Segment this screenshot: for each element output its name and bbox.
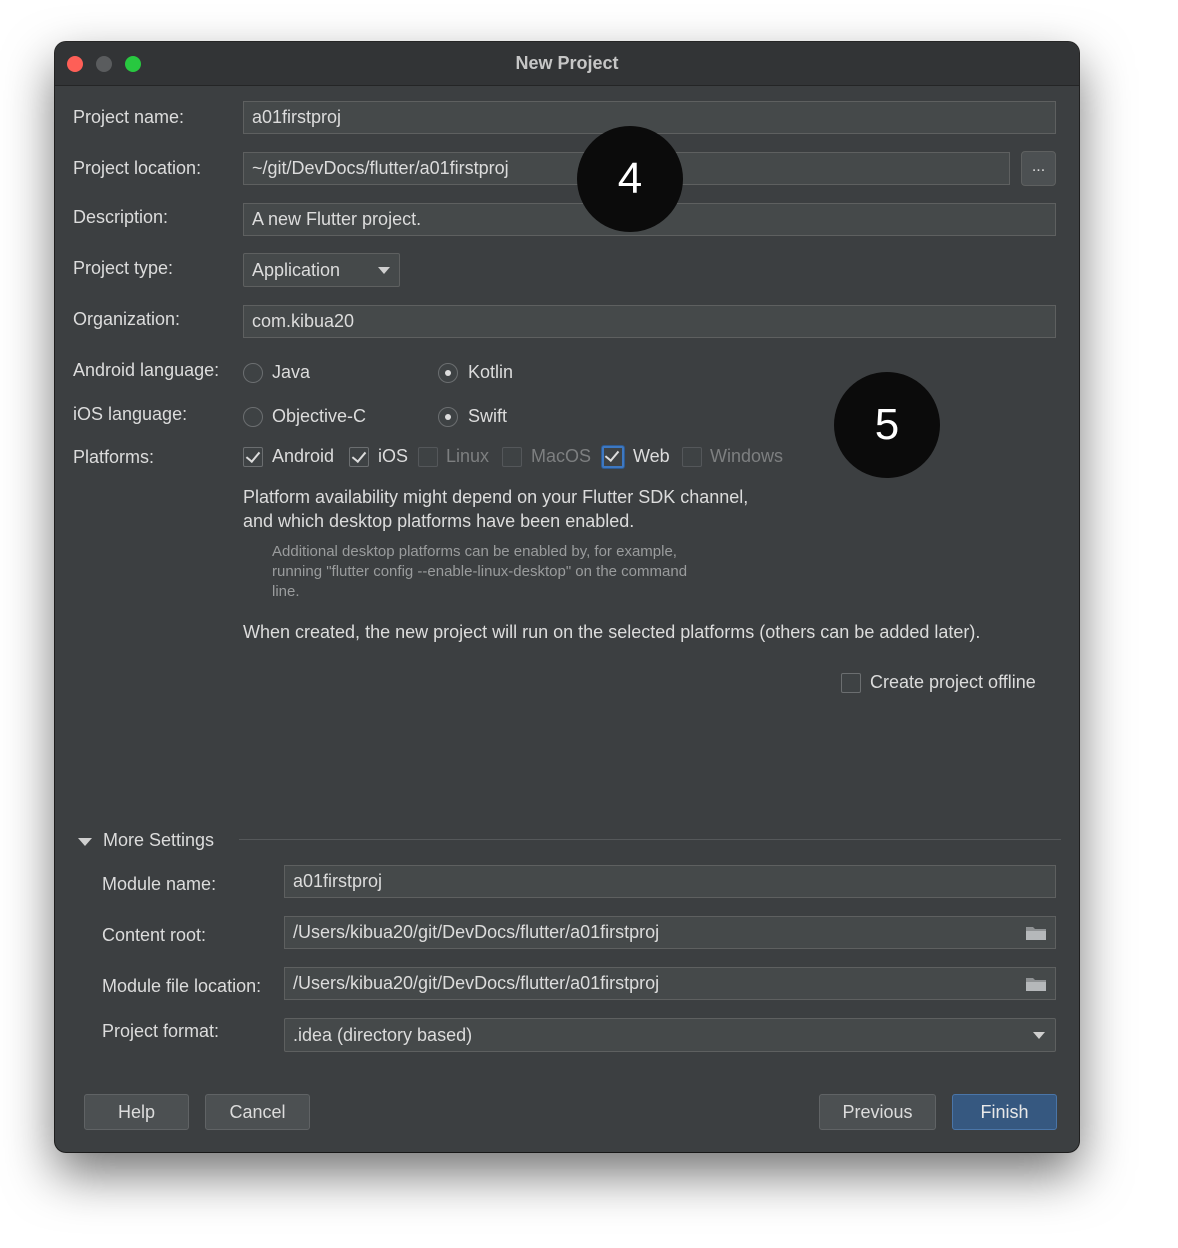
macos-checkbox-label: MacOS: [531, 446, 592, 466]
new-project-dialog: New Project Project name: a01firstproj P…: [55, 42, 1079, 1152]
project-format-value: .idea (directory based): [293, 1025, 473, 1045]
create-offline-checkbox[interactable]: [841, 673, 861, 693]
project-type-dropdown[interactable]: Application: [243, 253, 400, 287]
web-checkbox[interactable]: [602, 446, 624, 468]
macos-checkbox: [502, 447, 522, 467]
module-name-input[interactable]: a01firstproj: [284, 865, 1056, 898]
previous-button[interactable]: Previous: [819, 1094, 936, 1130]
description-label: Description:: [73, 207, 169, 227]
platforms-label: Platforms:: [73, 447, 155, 467]
linux-checkbox-label: Linux: [446, 446, 490, 466]
ios-checkbox-label[interactable]: iOS: [378, 446, 408, 467]
swift-radio-label[interactable]: Swift: [468, 406, 507, 427]
android-checkbox-label[interactable]: Android: [272, 446, 334, 467]
objective-c-radio[interactable]: [243, 407, 263, 427]
content-root-input[interactable]: /Users/kibua20/git/DevDocs/flutter/a01fi…: [284, 916, 1056, 949]
checkmark-icon: [604, 446, 620, 463]
desktop-note-line-2: running "flutter config --enable-linux-d…: [272, 563, 688, 580]
organization-input[interactable]: com.kibua20: [243, 305, 1056, 338]
linux-checkbox: [418, 447, 438, 467]
checkmark-icon: [245, 447, 261, 464]
windows-checkbox-label: Windows: [710, 446, 784, 466]
ios-language-label: iOS language:: [73, 404, 188, 424]
content-root-label: Content root:: [102, 925, 207, 945]
platform-note-line-1: Platform availability might depend on yo…: [243, 487, 749, 507]
project-type-label: Project type:: [73, 258, 174, 278]
organization-label: Organization:: [73, 309, 181, 329]
annotation-badge-5: 5: [834, 372, 940, 478]
cancel-button[interactable]: Cancel: [205, 1094, 310, 1130]
java-radio-label[interactable]: Java: [272, 362, 310, 383]
java-radio[interactable]: [243, 363, 263, 383]
collapse-triangle-icon[interactable]: [78, 838, 92, 846]
module-name-label: Module name:: [102, 874, 217, 894]
more-settings-divider: [239, 839, 1061, 840]
project-type-value: Application: [252, 260, 341, 280]
desktop-note-line-3: line.: [272, 583, 300, 600]
more-settings-toggle[interactable]: More Settings: [103, 830, 214, 851]
folder-icon[interactable]: [1025, 976, 1047, 992]
annotation-badge-4: 4: [577, 126, 683, 232]
project-format-label: Project format:: [102, 1021, 220, 1041]
desktop-note-line-1: Additional desktop platforms can be enab…: [272, 543, 677, 560]
created-note: When created, the new project will run o…: [243, 622, 981, 642]
module-file-location-input[interactable]: /Users/kibua20/git/DevDocs/flutter/a01fi…: [284, 967, 1056, 1000]
project-format-dropdown[interactable]: .idea (directory based): [284, 1018, 1056, 1052]
project-location-label: Project location:: [73, 158, 202, 178]
web-checkbox-label[interactable]: Web: [633, 446, 670, 467]
window-title: New Project: [515, 53, 619, 73]
folder-icon[interactable]: [1025, 925, 1047, 941]
browse-location-button[interactable]: ...: [1021, 151, 1056, 186]
kotlin-radio-label[interactable]: Kotlin: [468, 362, 513, 383]
module-file-location-label: Module file location:: [102, 976, 262, 996]
objective-c-radio-label[interactable]: Objective-C: [272, 406, 366, 427]
checkmark-icon: [351, 447, 367, 464]
project-name-label: Project name:: [73, 107, 185, 127]
create-offline-label[interactable]: Create project offline: [870, 672, 1036, 693]
chevron-down-icon: [378, 267, 390, 274]
finish-button[interactable]: Finish: [952, 1094, 1057, 1130]
windows-checkbox: [682, 447, 702, 467]
help-button[interactable]: Help: [84, 1094, 189, 1130]
title-bar[interactable]: New Project: [55, 42, 1079, 86]
android-language-label: Android language:: [73, 360, 220, 380]
swift-radio[interactable]: [438, 407, 458, 427]
ios-checkbox[interactable]: [349, 447, 369, 467]
kotlin-radio[interactable]: [438, 363, 458, 383]
chevron-down-icon: [1033, 1032, 1045, 1039]
android-checkbox[interactable]: [243, 447, 263, 467]
platform-note-line-2: and which desktop platforms have been en…: [243, 511, 635, 531]
